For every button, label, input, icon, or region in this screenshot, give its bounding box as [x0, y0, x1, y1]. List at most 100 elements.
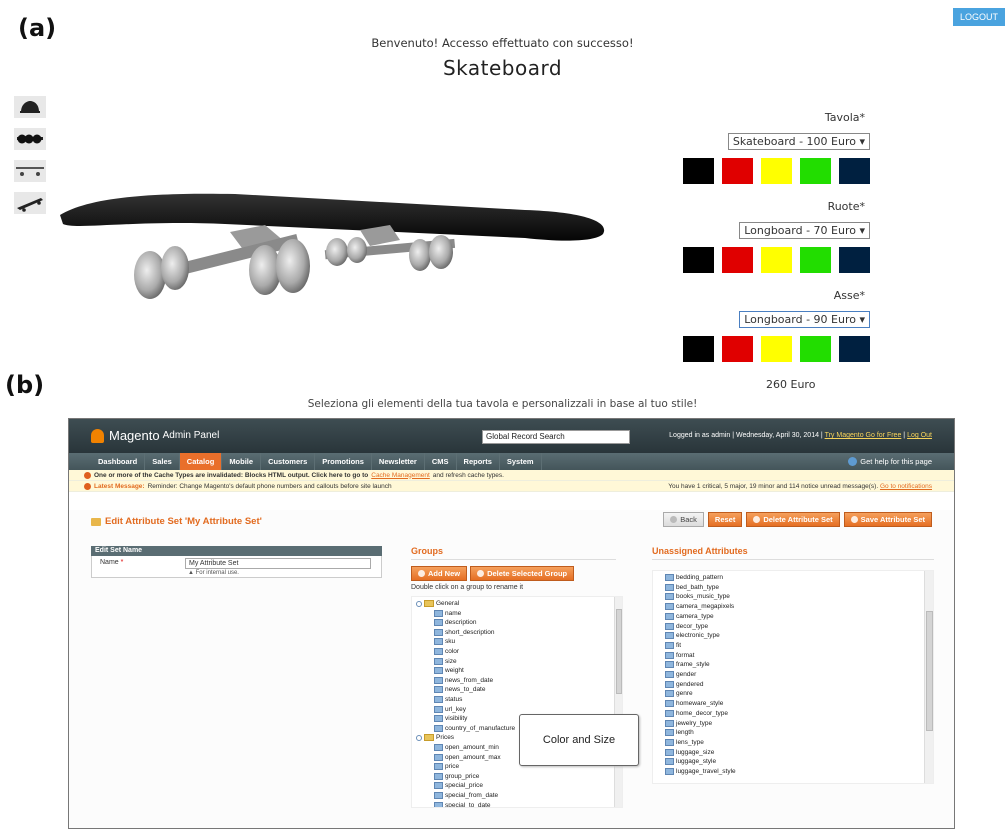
unassigned-attribute[interactable]: fit	[665, 641, 681, 649]
global-search-input[interactable]: Global Record Search	[482, 430, 630, 444]
tree-attribute[interactable]: special_from_date	[434, 792, 498, 799]
tree-scroll-thumb[interactable]	[616, 609, 622, 694]
collapse-icon[interactable]	[416, 734, 422, 741]
tree-attribute[interactable]: status	[434, 696, 462, 703]
collapse-icon[interactable]	[416, 600, 422, 607]
swatch-green[interactable]	[800, 158, 831, 184]
tree-attribute[interactable]: open_amount_min	[434, 744, 499, 751]
swatch-yellow[interactable]	[761, 158, 792, 184]
tree-attribute[interactable]: visibility	[434, 715, 467, 723]
delete-group-button[interactable]: Delete Selected Group	[470, 566, 575, 581]
unassigned-attribute[interactable]: homeware_style	[665, 700, 723, 708]
swatch-navy[interactable]	[839, 158, 870, 184]
tree-group-prices[interactable]: Prices	[416, 734, 454, 742]
admin-logout-link[interactable]: Log Out	[907, 432, 932, 439]
back-button[interactable]: Back	[663, 512, 704, 527]
nav-system[interactable]: System	[500, 453, 542, 470]
unassigned-attribute[interactable]: format	[665, 651, 694, 659]
nav-sales[interactable]: Sales	[145, 453, 180, 470]
tree-attribute[interactable]: short_description	[434, 628, 495, 636]
nav-reports[interactable]: Reports	[457, 453, 500, 470]
nav-mobile[interactable]: Mobile	[222, 453, 262, 470]
tree-attribute[interactable]: news_from_date	[434, 676, 493, 684]
try-magento-link[interactable]: Try Magento Go for Free	[825, 432, 902, 439]
swatch-red[interactable]	[722, 247, 753, 273]
nav-customers[interactable]: Customers	[261, 453, 316, 470]
nav-newsletter[interactable]: Newsletter	[372, 453, 425, 470]
add-group-button[interactable]: Add New	[411, 566, 468, 581]
nav-promotions[interactable]: Promotions	[315, 453, 372, 470]
asse-select[interactable]: Longboard - 90 Euro ▾	[739, 311, 870, 328]
nav-cms[interactable]: CMS	[425, 453, 457, 470]
swatch-green[interactable]	[800, 247, 831, 273]
unassigned-attribute[interactable]: luggage_travel_style	[665, 768, 736, 775]
skateboard-3d-preview[interactable]	[55, 180, 615, 320]
tree-attribute[interactable]: special_to_date	[434, 801, 491, 807]
swatch-black[interactable]	[683, 247, 714, 273]
group-tree[interactable]: General name description short_descriptions…	[411, 596, 623, 808]
swatch-navy[interactable]	[839, 336, 870, 362]
swatch-navy[interactable]	[839, 247, 870, 273]
swatch-black[interactable]	[683, 158, 714, 184]
swatch-yellow[interactable]	[761, 247, 792, 273]
unassigned-attribute[interactable]: camera_type	[665, 612, 714, 620]
swatch-black[interactable]	[683, 336, 714, 362]
unassigned-attribute[interactable]: frame_style	[665, 661, 710, 669]
save-attribute-set-button[interactable]: Save Attribute Set	[843, 512, 932, 527]
unassigned-attribute[interactable]: bed_bath_type	[665, 583, 719, 591]
unassigned-attribute[interactable]: length	[665, 729, 694, 737]
unassigned-attribute[interactable]: luggage_style	[665, 758, 716, 766]
unassigned-attribute[interactable]: books_music_type	[665, 593, 730, 601]
delete-attribute-set-button[interactable]: Delete Attribute Set	[746, 512, 840, 527]
name-input[interactable]: My Attribute Set	[185, 558, 371, 569]
tree-group-general[interactable]: General	[416, 600, 459, 607]
cache-management-link[interactable]: Cache Management	[371, 472, 430, 479]
tree-attribute[interactable]: group_price	[434, 772, 479, 780]
unassigned-attribute[interactable]: lens_type	[665, 738, 704, 746]
tree-attribute[interactable]: open_amount_max	[434, 753, 501, 761]
tree-attribute[interactable]: news_to_date	[434, 686, 485, 694]
swatch-green[interactable]	[800, 336, 831, 362]
tree-attribute[interactable]: name	[434, 609, 461, 617]
skateboard-icon[interactable]	[14, 192, 46, 214]
unassigned-attribute[interactable]: gendered	[665, 680, 703, 688]
tree-attribute[interactable]: sku	[434, 638, 455, 646]
nav-catalog[interactable]: Catalog	[179, 453, 223, 470]
unassigned-attribute[interactable]: electronic_type	[665, 632, 720, 640]
nav-dashboard[interactable]: Dashboard	[91, 453, 146, 470]
unassigned-attribute[interactable]: decor_type	[665, 622, 708, 630]
tree-attribute[interactable]: url_key	[434, 705, 466, 713]
tree-attribute[interactable]: weight	[434, 667, 464, 675]
attr-scroll-thumb[interactable]	[926, 611, 933, 731]
unassigned-attribute-list[interactable]: bedding_pattern bed_bath_type books_music_…	[652, 570, 934, 784]
tree-attribute[interactable]: special_price	[434, 782, 483, 790]
tree-attribute[interactable]: color	[434, 648, 459, 655]
swatch-yellow[interactable]	[761, 336, 792, 362]
unassigned-attribute[interactable]: camera_megapixels	[665, 603, 734, 611]
helmet-icon[interactable]	[14, 96, 46, 118]
tree-attribute[interactable]: description	[434, 619, 476, 627]
unassigned-attribute[interactable]: luggage_size	[665, 748, 714, 756]
swatch-red[interactable]	[722, 158, 753, 184]
longboard-icon[interactable]	[14, 160, 46, 182]
unassigned-attribute[interactable]: home_decor_type	[665, 709, 728, 717]
tavola-select[interactable]: Skateboard - 100 Euro ▾	[727, 133, 870, 150]
notifications-link[interactable]: Go to notifications	[880, 483, 932, 490]
reset-button[interactable]: Reset	[707, 512, 743, 527]
wheels-icon[interactable]	[14, 128, 46, 150]
unassigned-attribute[interactable]: bedding_pattern	[665, 574, 723, 581]
unassigned-attribute[interactable]: gender	[665, 671, 696, 678]
swatch-red[interactable]	[722, 336, 753, 362]
attribute-icon	[434, 744, 443, 751]
magento-logo[interactable]: Magento Admin Panel	[91, 428, 219, 443]
attr-scrollbar[interactable]	[924, 571, 933, 783]
logout-button[interactable]: LOGOUT	[952, 8, 1005, 26]
tree-attribute[interactable]: price	[434, 763, 459, 771]
ruote-select[interactable]: Longboard - 70 Euro ▾	[739, 222, 870, 239]
unassigned-attribute[interactable]: genre	[665, 690, 693, 698]
unassigned-attribute[interactable]: jewelry_type	[665, 719, 712, 727]
tree-scrollbar[interactable]	[614, 597, 622, 807]
tree-attribute[interactable]: country_of_manufacture	[434, 724, 515, 732]
help-link[interactable]: Get help for this page	[848, 457, 932, 466]
tree-attribute[interactable]: size	[434, 657, 457, 665]
